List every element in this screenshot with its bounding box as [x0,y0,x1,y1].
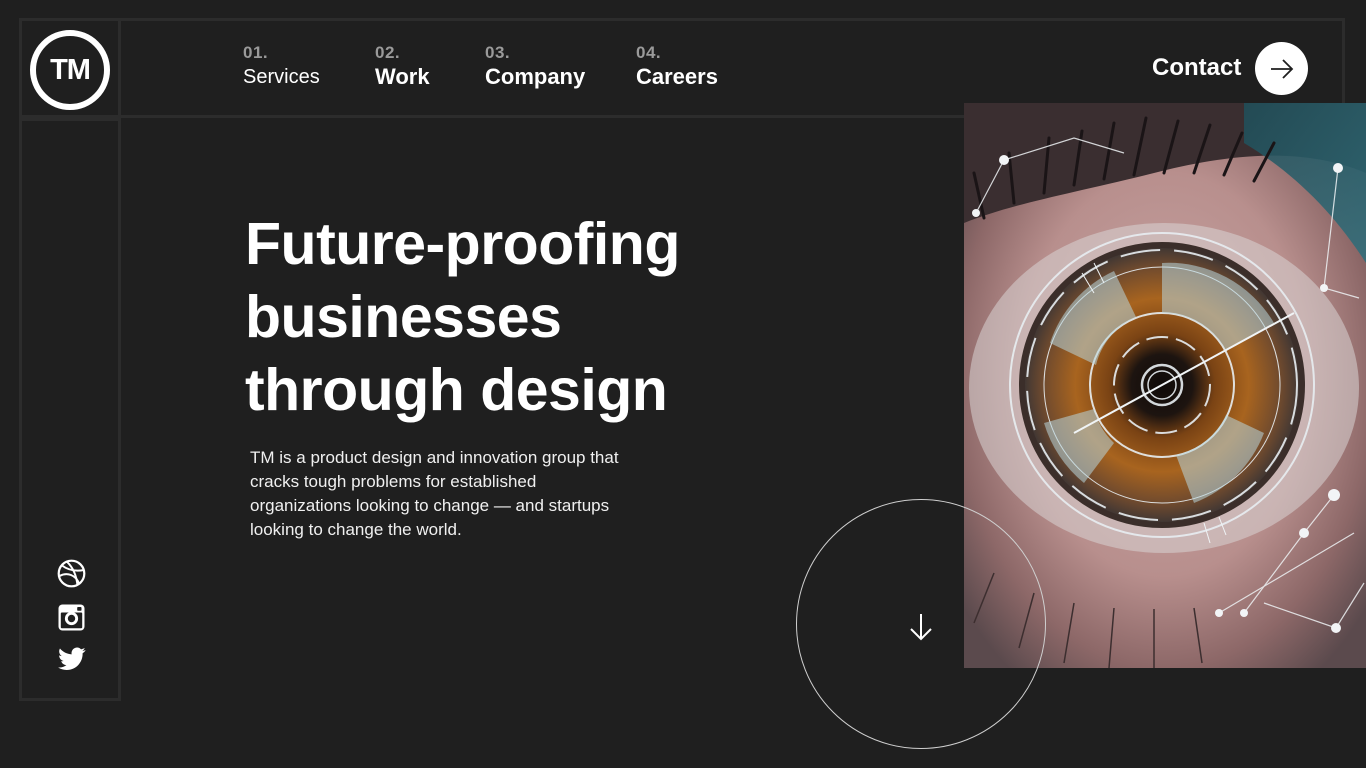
nav-number: 02. [375,43,401,62]
twitter-link[interactable] [57,644,86,673]
hero-title: Future-proofing businesses through desig… [245,208,680,427]
dribbble-link[interactable] [57,559,86,588]
nav-label: Work [375,64,430,89]
nav-label: Careers [636,64,718,89]
logo-text: TM [50,53,91,86]
hero-description: TM is a product design and innovation gr… [250,448,619,539]
nav-item-services[interactable]: 01. Services [243,43,320,91]
contact-link[interactable]: Contact [1152,54,1241,82]
arrow-right-icon [1270,58,1293,79]
nav-number: 03. [485,43,511,62]
nav-number: 04. [636,43,662,62]
nav-item-work[interactable]: 02. Work [375,43,430,91]
hero-title-line: businesses [245,284,562,350]
instagram-icon [58,604,85,631]
logo[interactable]: TM [30,30,110,110]
nav-item-company[interactable]: 03. Company [485,43,585,91]
nav-label: Services [243,66,320,88]
instagram-link[interactable] [57,603,86,632]
hero-title-line: Future-proofing [245,211,680,277]
nav-number: 01. [243,43,269,62]
hero-title-line: through design [245,357,668,423]
dribbble-icon [57,559,86,588]
nav-item-careers[interactable]: 04. Careers [636,43,718,91]
contact-button[interactable] [1255,42,1308,95]
arrow-down-icon[interactable] [905,611,937,643]
nav-label: Company [485,64,586,89]
twitter-icon [57,646,86,670]
